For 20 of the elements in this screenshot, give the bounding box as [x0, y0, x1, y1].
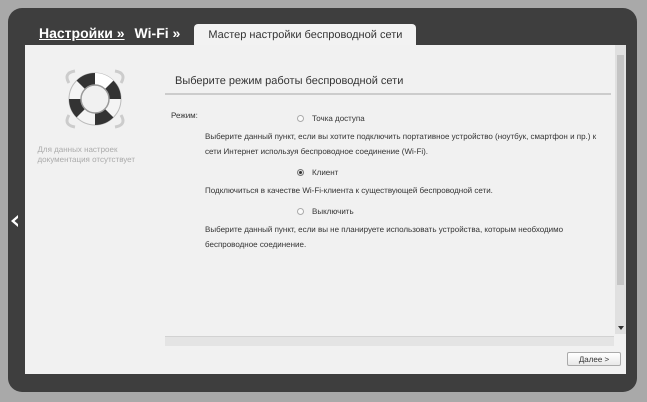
- option-description: Выберите данный пункт, если вы не планируете использовать устройства, которым необходимо беспроводное соединение.: [205, 224, 564, 251]
- vertical-scrollbar[interactable]: [615, 45, 626, 334]
- radio-option[interactable]: Выключить: [297, 204, 354, 218]
- mode-label: Режим:: [171, 111, 199, 122]
- radio-circle[interactable]: [297, 168, 304, 176]
- next-button[interactable]: Далее >: [567, 352, 621, 366]
- horizontal-scrollbar[interactable]: [165, 336, 614, 346]
- radio-option[interactable]: Клиент: [297, 165, 338, 179]
- radio-circle[interactable]: [297, 114, 304, 122]
- radio-circle[interactable]: [297, 208, 304, 214]
- radio-option[interactable]: Точка доступа: [297, 111, 365, 125]
- help-note: Для данных настроек документация отсутствует: [38, 145, 136, 165]
- option-description: Выберите данный пункт, если вы хотите подключить портативное устройство (ноутбук, смартфон и пр.) к сети Интернет используя беспроводное соединение (Wi-Fi).: [205, 131, 598, 158]
- breadcrumb-link[interactable]: Настройки »: [39, 25, 125, 41]
- back-arrow-icon[interactable]: [11, 215, 19, 227]
- breadcrumb-link[interactable]: Wi-Fi »: [134, 25, 180, 41]
- scroll-down-icon[interactable]: [618, 326, 624, 330]
- wizard-tab[interactable]: Мастер настройки беспроводной сети: [194, 24, 416, 45]
- option-description: Подключиться в качестве Wi-Fi-клиента к существующей беспроводной сети.: [205, 185, 494, 197]
- section-title: Выберите режим работы беспроводной сети: [165, 75, 611, 95]
